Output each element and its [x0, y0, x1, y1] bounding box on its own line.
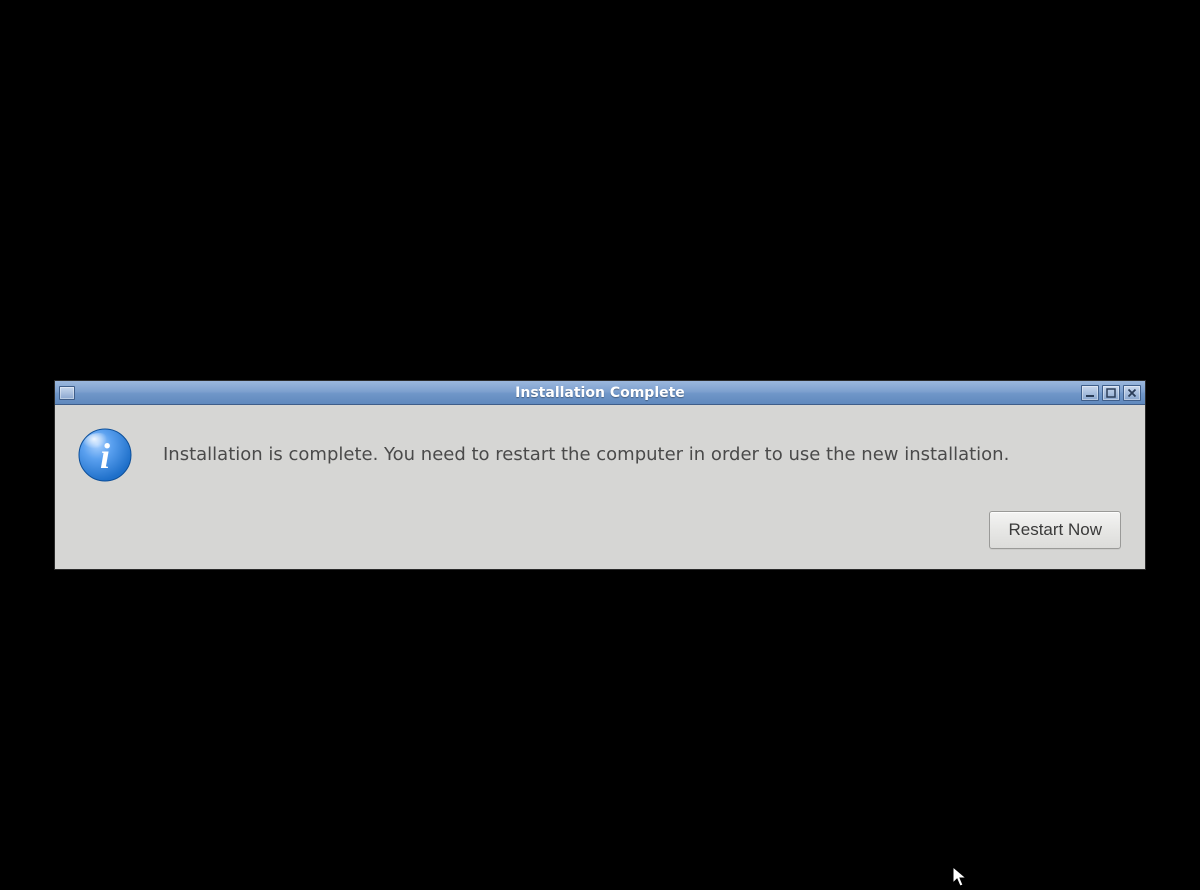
minimize-icon	[1085, 388, 1095, 398]
maximize-icon	[1106, 388, 1116, 398]
dialog-message: Installation is complete. You need to re…	[163, 443, 1009, 466]
close-icon	[1127, 388, 1137, 398]
restart-now-button[interactable]: Restart Now	[989, 511, 1121, 549]
window-app-icon	[59, 386, 75, 400]
installation-complete-dialog: Installation Complete	[54, 380, 1146, 570]
window-title: Installation Complete	[55, 385, 1145, 401]
info-icon: i	[77, 427, 133, 483]
close-button[interactable]	[1123, 385, 1141, 401]
mouse-cursor-icon	[952, 866, 970, 890]
minimize-button[interactable]	[1081, 385, 1099, 401]
titlebar[interactable]: Installation Complete	[55, 381, 1145, 405]
svg-text:i: i	[100, 436, 110, 476]
window-controls	[1081, 385, 1141, 401]
content-row: i Installation is complete. You need to …	[77, 427, 1121, 483]
button-row: Restart Now	[77, 511, 1121, 549]
dialog-body: i Installation is complete. You need to …	[55, 405, 1145, 569]
maximize-button[interactable]	[1102, 385, 1120, 401]
